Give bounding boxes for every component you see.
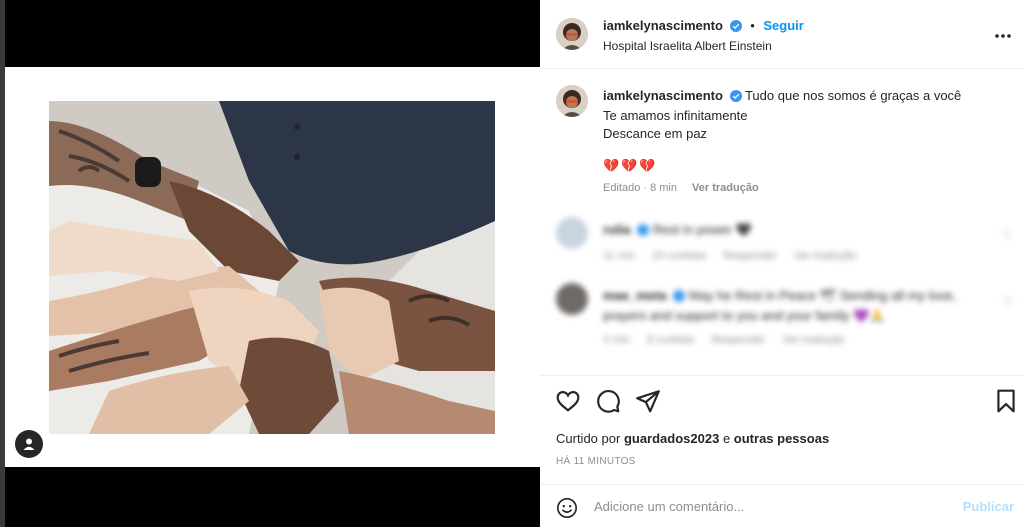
comment-avatar[interactable] — [556, 283, 588, 315]
avatar-image — [556, 85, 588, 117]
follow-button[interactable]: Seguir — [763, 18, 803, 33]
publish-button[interactable]: Publicar — [963, 499, 1014, 514]
caption-line-2: Te amamos infinitamente — [603, 108, 748, 123]
comment-translate[interactable]: Ver tradução — [794, 250, 856, 262]
header-title-row: iamkelynascimento • Seguir — [603, 18, 804, 35]
comment-likes[interactable]: 8 curtidas — [647, 334, 695, 346]
liked-by-others[interactable]: outras pessoas — [734, 431, 829, 446]
comment-text: Rest in power 🖤 — [652, 222, 752, 237]
broken-heart-icon: 💔💔💔 — [603, 158, 658, 173]
comment-likes[interactable]: 20 curtidas — [652, 250, 706, 262]
caption-line-3: Descance em paz — [603, 126, 708, 141]
comment-avatar[interactable] — [556, 217, 588, 249]
comment-input[interactable] — [594, 493, 944, 519]
comment-translate[interactable]: Ver tradução — [783, 334, 845, 346]
comment-icon[interactable] — [595, 388, 621, 414]
comments-section: iamkelynascimento Tudo que nos somos é g… — [540, 70, 1024, 374]
post-details-panel: iamkelynascimento • Seguir Hospital Isra… — [540, 0, 1024, 527]
header-separator: • — [750, 18, 755, 33]
verified-badge-icon — [637, 223, 650, 241]
verified-badge-icon — [729, 89, 742, 107]
liked-by-summary: Curtido por guardados2023 e outras pesso… — [556, 431, 829, 446]
author-avatar[interactable] — [556, 18, 588, 50]
caption-edited-time: Editado · 8 min — [603, 182, 677, 194]
caption-line-1: Tudo que nos somos é graças a você — [744, 88, 962, 103]
post-location[interactable]: Hospital Israelita Albert Einstein — [603, 39, 772, 53]
media-frame — [5, 67, 540, 467]
user-tag-button[interactable] — [15, 430, 43, 458]
post-header: iamkelynascimento • Seguir Hospital Isra… — [540, 0, 1024, 69]
comment-time: 3 min — [603, 334, 630, 346]
post-actions: Curtido por guardados2023 e outras pesso… — [540, 375, 1024, 483]
comment-time: 11 min — [603, 250, 636, 262]
heart-icon[interactable]: ♡ — [1002, 295, 1014, 309]
heart-icon[interactable] — [555, 388, 581, 414]
caption-author-avatar[interactable] — [556, 85, 588, 117]
user-tag-icon — [23, 438, 35, 450]
comment-reply[interactable]: Responder — [712, 334, 766, 346]
liked-by-prefix: Curtido por — [556, 431, 621, 446]
avatar-image — [556, 18, 588, 50]
comment-reply[interactable]: Responder — [723, 250, 777, 262]
comment-body: mae_meta May he Rest in Peace 🕊 Sending … — [603, 287, 983, 349]
caption: iamkelynascimento Tudo que nos somos é g… — [603, 87, 1003, 143]
share-icon[interactable] — [635, 388, 661, 414]
emoji-icon[interactable] — [556, 497, 578, 522]
post-media-area — [5, 0, 540, 527]
liked-by-conj: e — [722, 431, 731, 446]
verified-badge-icon — [673, 289, 686, 307]
comment-username[interactable]: rulia — [603, 222, 630, 237]
author-username[interactable]: iamkelynascimento — [603, 18, 723, 33]
post-timestamp[interactable]: HÁ 11 MINUTOS — [556, 456, 636, 467]
bookmark-icon[interactable] — [993, 388, 1019, 414]
comment-composer: Publicar — [540, 484, 1024, 527]
caption-username[interactable]: iamkelynascimento — [603, 88, 723, 103]
liked-by-user[interactable]: guardados2023 — [624, 431, 719, 446]
caption-translate-link[interactable]: Ver tradução — [692, 182, 759, 194]
post-photo[interactable] — [49, 101, 495, 434]
caption-meta: Editado · 8 min Ver tradução — [603, 182, 771, 194]
verified-badge-icon — [729, 20, 742, 35]
comment-meta: 3 min 8 curtidas Responder Ver tradução — [603, 331, 983, 349]
comment-body: rulia Rest in power 🖤 11 min 20 curtidas… — [603, 221, 983, 265]
comment-meta: 11 min 20 curtidas Responder Ver traduçã… — [603, 247, 983, 265]
comment-username[interactable]: mae_meta — [603, 288, 667, 303]
hands-photo-illustration — [49, 101, 495, 434]
more-options-icon[interactable] — [994, 27, 1012, 42]
heart-icon[interactable]: ♡ — [1002, 229, 1014, 243]
